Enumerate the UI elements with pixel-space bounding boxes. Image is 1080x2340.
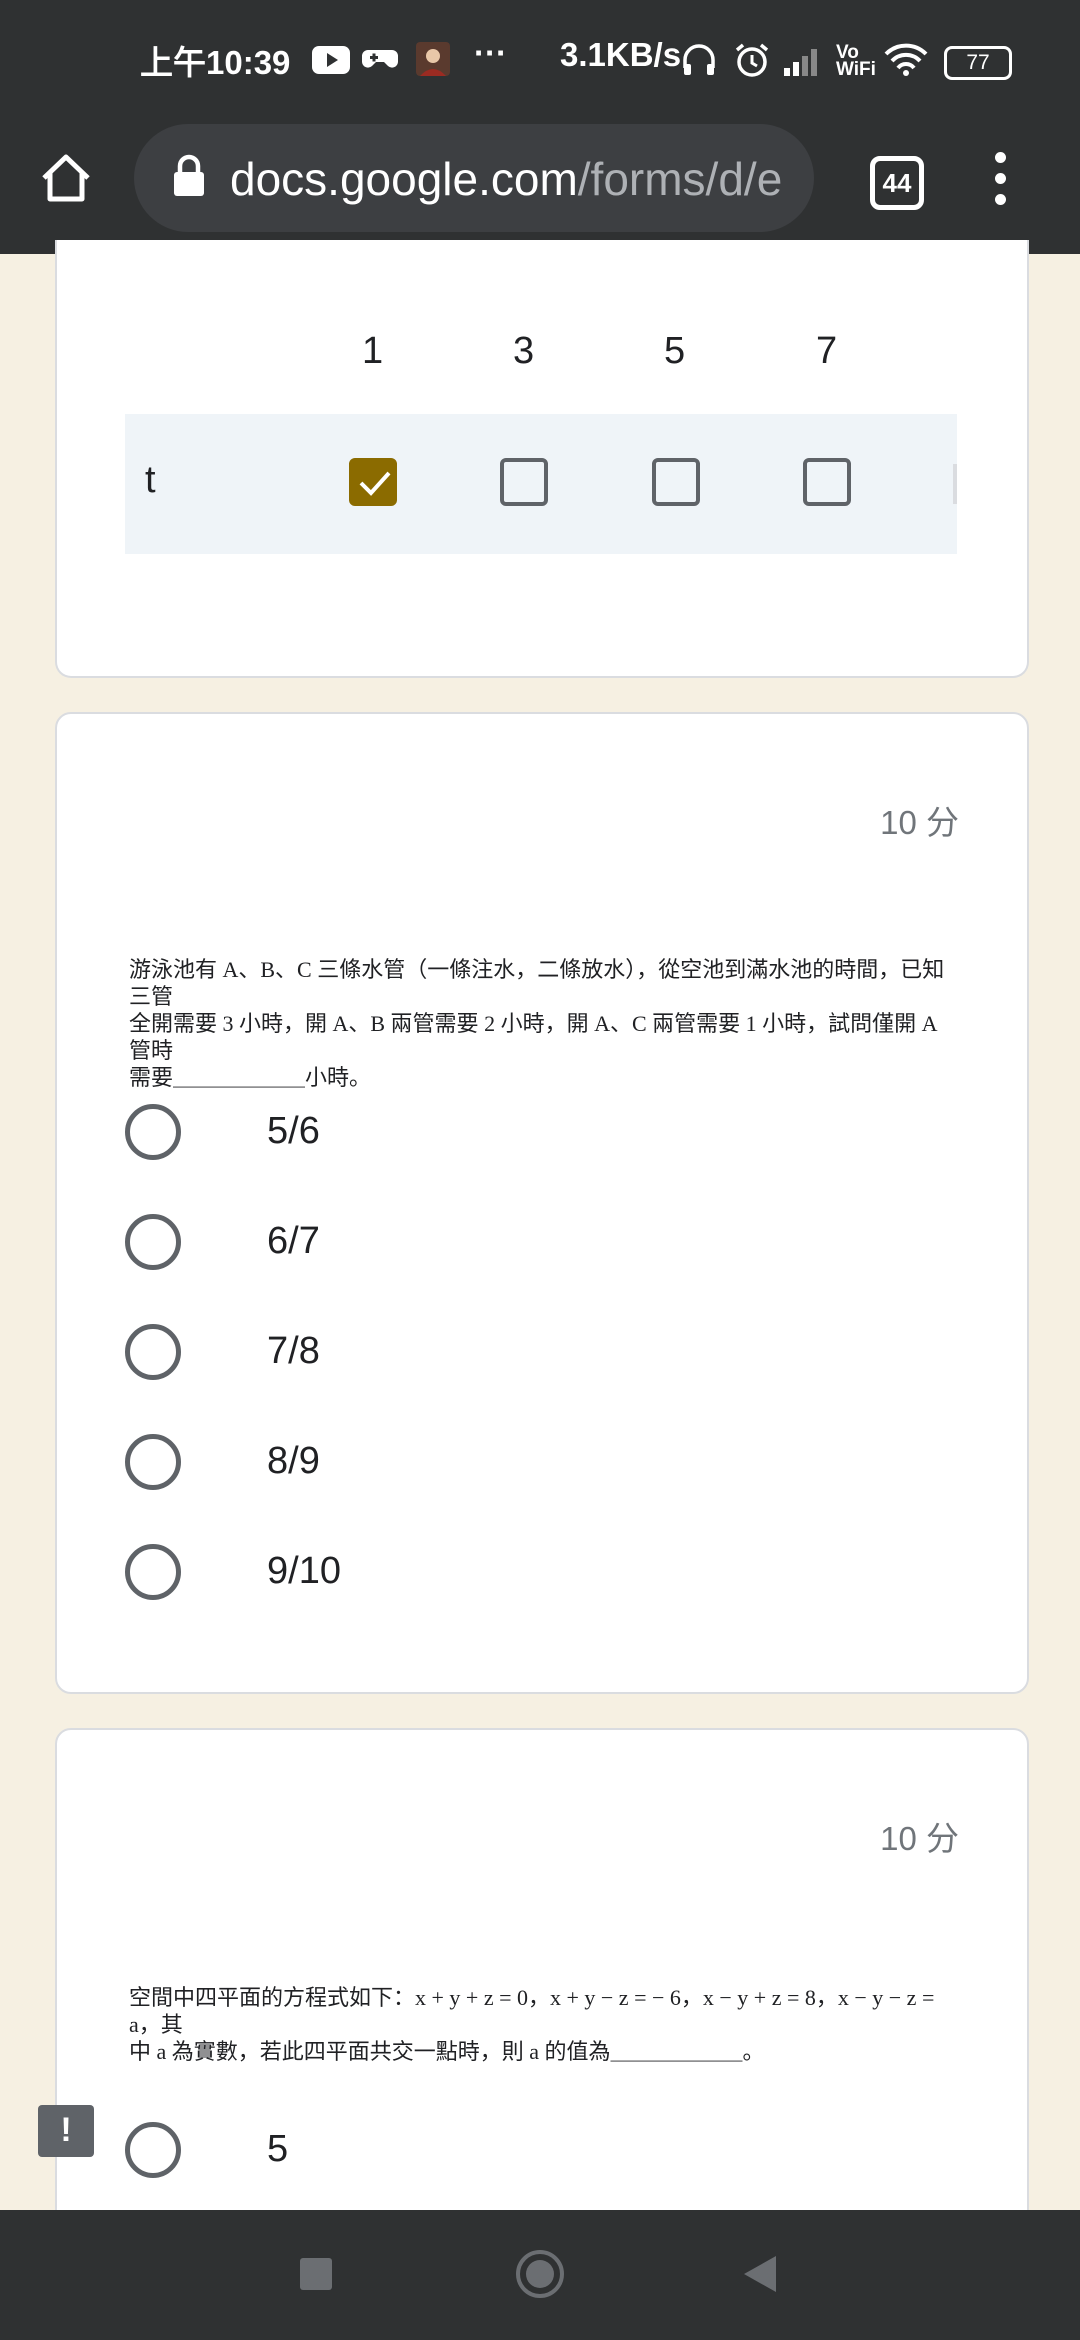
question-points: 10 分 [880, 804, 959, 841]
grid-column-header: 3 [513, 330, 535, 372]
home-nav-icon[interactable] [514, 2248, 566, 2305]
radio-button[interactable] [125, 1324, 181, 1380]
browser-toolbar: docs.google.com/forms/d/e 44 [0, 124, 1080, 254]
grid-checkbox-checked[interactable] [349, 458, 397, 506]
option-label: 8/9 [267, 1440, 320, 1482]
grid-checkbox[interactable] [803, 458, 851, 506]
question-text: 空間中四平面的方程式如下：x + y + z = 0，x + y − z = −… [129, 1984, 959, 2065]
back-nav-icon[interactable] [742, 2254, 778, 2299]
vowifi-indicator: Vo WiFi [836, 42, 876, 80]
radio-button[interactable] [125, 1214, 181, 1270]
option-label: 9/10 [267, 1550, 341, 1592]
option-label: 5/6 [267, 1110, 320, 1152]
grid-column-header: 7 [816, 330, 838, 372]
question-text-line: 游泳池有 A、B、C 三條水管（一條注水，二條放水），從空池到滿水池的時間，已知… [129, 957, 945, 1009]
app-avatar-icon [416, 42, 450, 84]
youtube-icon [312, 44, 350, 82]
option-label: 6/7 [267, 1220, 320, 1262]
question-text-line: 需要＿＿＿＿＿＿小時。 [129, 1065, 372, 1090]
status-bar: 上午10:39 ··· 3.1KB/s Vo WiFi 77 [0, 0, 1080, 124]
tab-switcher-button[interactable]: 44 [870, 156, 924, 210]
grid-column-header: 1 [362, 330, 384, 372]
system-navigation-bar [0, 2210, 1080, 2340]
status-time: 上午10:39 [140, 44, 291, 81]
network-speed: 3.1KB/s [560, 36, 682, 73]
recent-apps-icon[interactable] [300, 2258, 332, 2295]
alarm-icon [734, 42, 770, 86]
url-host: docs.google.com [230, 153, 578, 205]
grid-column-header: 5 [664, 330, 686, 372]
question-text-line: 全開需要 3 小時，開 A、B 兩管需要 2 小時，開 A、C 兩管需要 1 小… [129, 1011, 937, 1063]
address-bar[interactable]: docs.google.com/forms/d/e [134, 124, 814, 232]
lock-icon [172, 154, 206, 203]
radio-button[interactable] [125, 1544, 181, 1600]
option-label: 5 [267, 2128, 289, 2170]
question-card-planes: 10 分 空間中四平面的方程式如下：x + y + z = 0，x + y − … [55, 1728, 1029, 2252]
radio-button[interactable] [125, 2122, 181, 2178]
question-text-line: 空間中四平面的方程式如下：x + y + z = 0，x + y − z = −… [129, 1985, 935, 2037]
more-notifications-icon: ··· [474, 34, 507, 71]
grid-row: t [125, 414, 957, 554]
url-path: /forms/d/e [577, 153, 783, 205]
question-text: 游泳池有 A、B、C 三條水管（一條注水，二條放水），從空池到滿水池的時間，已知… [129, 956, 959, 1091]
radio-button[interactable] [125, 1104, 181, 1160]
feedback-button[interactable]: ! [38, 2105, 94, 2157]
url-text[interactable]: docs.google.com/forms/d/e [230, 152, 810, 206]
game-controller-icon [362, 44, 398, 82]
home-icon[interactable] [40, 152, 92, 209]
headphones-icon [682, 44, 716, 84]
grid-row-label: t [145, 459, 156, 501]
radio-button[interactable] [125, 1434, 181, 1490]
grid-question-card: 1 3 5 7 t [55, 240, 1029, 678]
battery-indicator: 77 [944, 46, 1012, 80]
grid-checkbox[interactable] [500, 458, 548, 506]
grid-scroll-edge [953, 464, 957, 504]
wifi-icon [884, 42, 928, 84]
grid-checkbox[interactable] [652, 458, 700, 506]
question-points: 10 分 [880, 1820, 959, 1857]
question-text-line: 中 a 為實數，若此四平面共交一點時，則 a 的值為＿＿＿＿＿＿。 [129, 2039, 765, 2064]
browser-menu-icon[interactable] [995, 152, 1006, 215]
cell-signal-icon [784, 46, 824, 84]
question-card-pool: 10 分 游泳池有 A、B、C 三條水管（一條注水，二條放水），從空池到滿水池的… [55, 712, 1029, 1694]
option-label: 7/8 [267, 1330, 320, 1372]
